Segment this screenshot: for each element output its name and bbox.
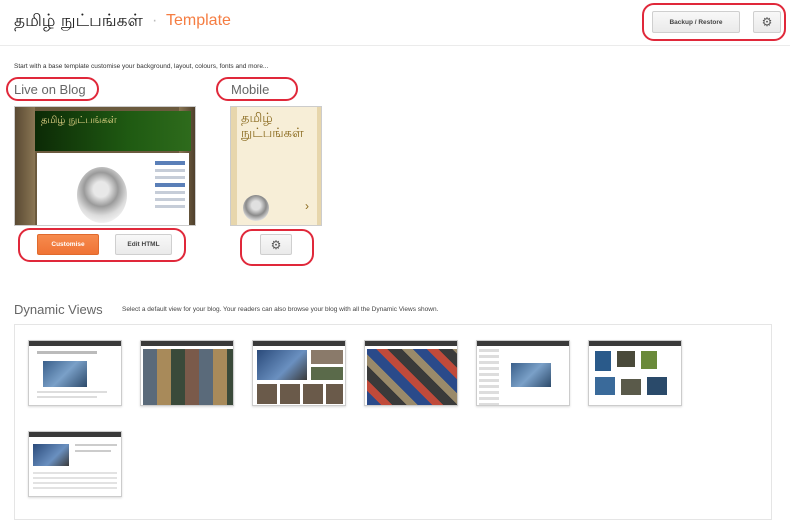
dynamic-view-mosaic[interactable] bbox=[364, 340, 458, 406]
dynamic-view-snapshot[interactable] bbox=[588, 340, 682, 406]
mobile-template-preview[interactable]: தமிழ் நுட்பங்கள் › bbox=[230, 106, 322, 226]
live-on-blog-title: Live on Blog bbox=[14, 82, 86, 97]
backup-restore-button[interactable]: Backup / Restore bbox=[652, 11, 740, 33]
header-bar: தமிழ் நுட்பங்கள் · Template Backup / Res… bbox=[0, 0, 790, 46]
settings-button[interactable]: ⚙ bbox=[753, 11, 781, 33]
dynamic-view-sidebar[interactable] bbox=[476, 340, 570, 406]
dynamic-view-magazine[interactable] bbox=[252, 340, 346, 406]
edit-html-button[interactable]: Edit HTML bbox=[115, 234, 172, 255]
preview-border-left bbox=[15, 107, 35, 225]
preview-sidebar bbox=[155, 161, 185, 221]
preview-profile-photo bbox=[77, 167, 127, 223]
mobile-settings-button[interactable]: ⚙ bbox=[260, 234, 292, 255]
dynamic-view-timeslide[interactable] bbox=[28, 431, 122, 497]
preview-banner: தமிழ் நுட்பங்கள் bbox=[35, 111, 191, 151]
mobile-preview-photo bbox=[243, 195, 269, 221]
title-separator: · bbox=[152, 12, 158, 29]
chevron-right-icon: › bbox=[305, 199, 309, 213]
template-intro: Start with a base template customise you… bbox=[14, 63, 269, 70]
mobile-title: Mobile bbox=[231, 82, 270, 97]
gear-icon: ⚙ bbox=[761, 15, 773, 29]
preview-blog-title: தமிழ் நுட்பங்கள் bbox=[41, 115, 117, 126]
mobile-preview-screen: தமிழ் நுட்பங்கள் › bbox=[237, 107, 317, 225]
dynamic-views-title: Dynamic Views bbox=[14, 302, 103, 317]
dynamic-view-classic[interactable] bbox=[28, 340, 122, 406]
mobile-preview-title: தமிழ் நுட்பங்கள் bbox=[241, 111, 304, 141]
dynamic-views-description: Select a default view for your blog. You… bbox=[122, 306, 439, 313]
preview-content bbox=[37, 153, 189, 225]
backup-restore-label: Backup / Restore bbox=[669, 18, 723, 26]
dynamic-view-flipcard[interactable] bbox=[140, 340, 234, 406]
live-template-preview[interactable]: தமிழ் நுட்பங்கள் bbox=[14, 106, 196, 226]
edit-html-label: Edit HTML bbox=[127, 241, 160, 248]
blog-name[interactable]: தமிழ் நுட்பங்கள் bbox=[14, 11, 143, 33]
dynamic-views-panel bbox=[14, 324, 772, 520]
gear-icon: ⚙ bbox=[270, 237, 282, 252]
customise-button[interactable]: Customise bbox=[37, 234, 99, 255]
page-title: Template bbox=[166, 12, 231, 29]
customise-label: Customise bbox=[51, 241, 85, 248]
